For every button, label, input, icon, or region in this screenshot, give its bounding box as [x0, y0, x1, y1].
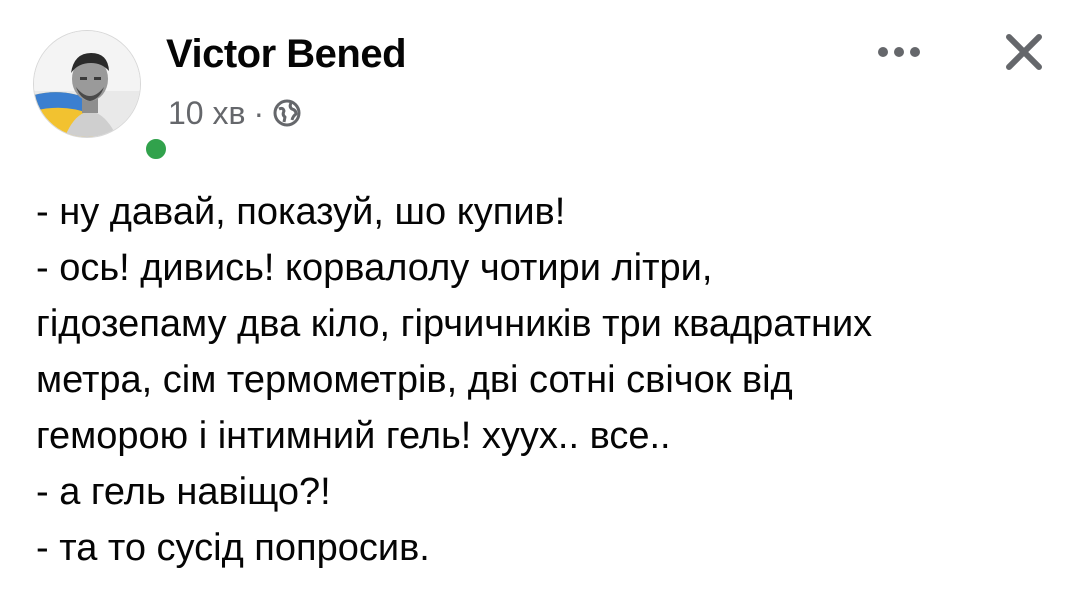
post-text: - ну давай, показуй, шо купив! - ось! ди… — [36, 184, 1056, 576]
post-line: - ну давай, показуй, шо купив! — [36, 191, 566, 233]
close-icon — [1003, 31, 1045, 78]
post-header: Victor Bened 10 хв · — [0, 0, 1080, 164]
meta-separator: · — [253, 94, 265, 131]
online-status-dot — [141, 134, 171, 164]
more-options-button[interactable] — [866, 32, 932, 76]
post-line: метра, сім термометрів, дві сотні свічок… — [36, 359, 793, 401]
author-avatar[interactable] — [33, 30, 171, 164]
post-line: - ось! дивись! корвалолу чотири літри, — [36, 247, 713, 289]
avatar[interactable] — [33, 30, 141, 138]
post-line: гідозепаму два кіло, гірчичників три ква… — [36, 303, 873, 345]
post-line: - а гель навіщо?! — [36, 471, 331, 513]
more-horizontal-icon — [875, 45, 923, 64]
globe-icon[interactable] — [272, 98, 302, 128]
post-line: геморою і інтимний гель! хуух.. все.. — [36, 415, 671, 457]
author-name[interactable]: Victor Bened — [166, 32, 407, 77]
avatar-photo — [34, 31, 140, 137]
post-meta: 10 хв · — [168, 93, 302, 133]
post-timestamp[interactable]: 10 хв — [168, 95, 245, 132]
close-button[interactable] — [996, 26, 1052, 82]
post-line: - та то сусід попросив. — [36, 527, 430, 569]
